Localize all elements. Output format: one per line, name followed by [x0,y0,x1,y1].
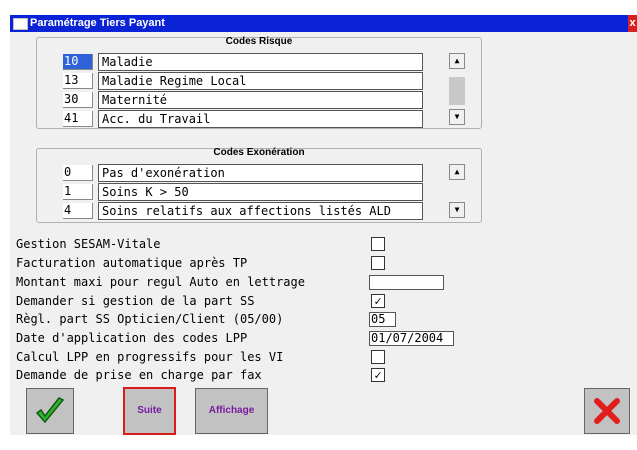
risque-code[interactable]: 30 [63,92,93,108]
exoneration-code[interactable]: 4 [63,203,93,219]
exoneration-label[interactable]: Soins K > 50 [98,183,423,201]
option-label: Gestion SESAM-Vitale [16,237,161,251]
affichage-button[interactable]: Affichage [195,388,268,434]
risque-scrollbar[interactable]: ▲ ▼ [449,53,465,128]
exoneration-code[interactable]: 1 [63,184,93,200]
risque-code[interactable]: 41 [63,111,93,127]
cancel-button[interactable] [584,388,630,434]
option-label: Date d'application des codes LPP [16,331,248,345]
risque-label[interactable]: Maternité [98,91,423,109]
scroll-up-icon[interactable]: ▲ [449,53,465,69]
codes-exoneration-title: Codes Exonération [213,147,305,158]
risque-label[interactable]: Acc. du Travail [98,110,423,128]
window-title: Paramétrage Tiers Payant [30,17,165,29]
prise-en-charge-fax-checkbox[interactable]: ✓ [371,368,385,382]
sesam-vitale-checkbox[interactable] [371,237,385,251]
green-check-icon [35,397,65,424]
scroll-up-icon[interactable]: ▲ [449,164,465,180]
exoneration-scrollbar[interactable]: ▲ ▼ [449,164,465,220]
codes-risque-group: Codes Risque 10 Maladie 13 Maladie Regim… [36,36,482,129]
option-label: Demande de prise en charge par fax [16,368,262,382]
risque-label[interactable]: Maladie [98,53,423,71]
option-label: Montant maxi pour regul Auto en lettrage [16,275,305,289]
scroll-thumb[interactable] [449,77,465,105]
codes-risque-title: Codes Risque [225,36,293,47]
exoneration-label[interactable]: Soins relatifs aux affections listés ALD [98,202,423,220]
option-label: Demander si gestion de la part SS [16,294,255,308]
validate-button[interactable] [26,388,74,434]
exoneration-code[interactable]: 0 [63,165,93,181]
scroll-down-icon[interactable]: ▼ [449,202,465,218]
exoneration-label[interactable]: Pas d'exonération [98,164,423,182]
title-bar[interactable]: Paramétrage Tiers Payant x [10,15,637,32]
calcul-lpp-checkbox[interactable] [371,350,385,364]
option-label: Règl. part SS Opticien/Client (05/00) [16,312,284,326]
close-button[interactable]: x [628,15,637,32]
gestion-part-ss-checkbox[interactable]: ✓ [371,294,385,308]
tiers-payant-window: Paramétrage Tiers Payant x Codes Risque … [10,15,637,435]
option-label: Calcul LPP en progressifs pour les VI [16,350,284,364]
suite-button[interactable]: Suite [123,387,176,435]
regl-part-ss-field[interactable]: 05 [369,312,396,327]
codes-exoneration-group: Codes Exonération 0 Pas d'exonération 1 … [36,147,482,223]
montant-maxi-field[interactable] [369,275,444,290]
option-label: Facturation automatique après TP [16,256,248,270]
risque-label[interactable]: Maladie Regime Local [98,72,423,90]
risque-code[interactable]: 10 [63,54,93,70]
red-x-icon [594,398,620,424]
window-icon [13,18,28,30]
facturation-auto-checkbox[interactable] [371,256,385,270]
date-lpp-field[interactable]: 01/07/2004 [369,331,454,346]
scroll-down-icon[interactable]: ▼ [449,109,465,125]
risque-code[interactable]: 13 [63,73,93,89]
